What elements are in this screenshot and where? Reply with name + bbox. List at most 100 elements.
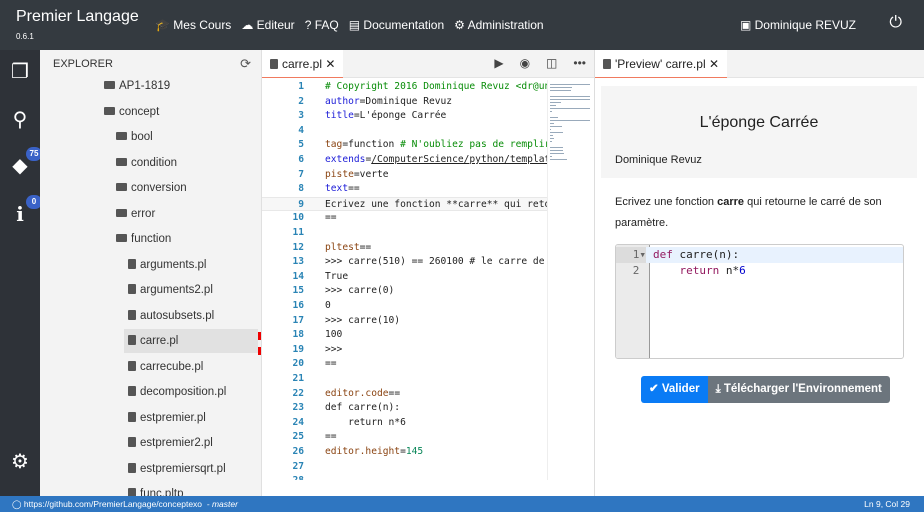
code-line[interactable]: 14 True — [262, 270, 547, 285]
code-line[interactable]: 18 100 — [262, 328, 547, 343]
code-line[interactable]: 20 == — [262, 357, 547, 372]
tree-item-folder[interactable]: function — [112, 227, 258, 251]
code-line[interactable]: 22 editor.code== — [262, 387, 547, 402]
minimap-line — [550, 150, 563, 151]
settings-icon[interactable]: ⚙ — [8, 450, 32, 474]
code-token: tag — [325, 139, 343, 151]
tree-item-file[interactable]: estpremier2.pl — [124, 431, 258, 455]
tab-carre-pl[interactable]: carre.pl ✕ — [262, 50, 344, 78]
code-token: editor.code — [325, 387, 389, 399]
nav-faq[interactable]: ? FAQ — [305, 18, 339, 32]
code-line[interactable]: 10 == — [262, 211, 547, 226]
line-number: 24 — [292, 416, 304, 428]
code-area[interactable]: 1 # Copyright 2016 Dominique Revuz <dr@un… — [262, 80, 547, 480]
tree-item-folder[interactable]: condition — [112, 151, 258, 175]
more-icon[interactable]: ••• — [573, 56, 586, 70]
cloud-icon: ☁ — [241, 18, 254, 32]
tree-item-file[interactable]: arguments.pl — [124, 253, 258, 277]
tree-item-folder[interactable]: error — [112, 202, 258, 226]
search-icon[interactable]: ⚲ — [8, 108, 32, 132]
code-line[interactable]: 13 >>> carre(510) == 260100 # le carre de… — [262, 255, 547, 270]
minimap-line — [550, 156, 552, 157]
code-line[interactable]: 21 — [262, 372, 547, 387]
code-line[interactable]: 12 pltest== — [262, 241, 547, 256]
preview-eye-icon[interactable]: ◉ — [520, 56, 530, 70]
tree-item-folder[interactable]: bool — [112, 125, 258, 149]
code-line[interactable]: 11 — [262, 226, 547, 241]
line-number: 6 — [298, 154, 304, 165]
code-line[interactable]: 16 0 — [262, 299, 547, 314]
close-icon[interactable]: ✕ — [709, 57, 719, 71]
answer-code-editor[interactable]: 1▾ def carre(n): 2 return n*6 — [615, 244, 904, 359]
code-line[interactable]: 4 — [262, 124, 547, 139]
code-line[interactable]: 6 extends=/ComputerScience/python/templat… — [262, 153, 547, 168]
code-line[interactable]: 5 tag=function # N'oubliez pas de remplir… — [262, 138, 547, 153]
code-line[interactable]: 26 editor.height=145 — [262, 445, 547, 460]
tree-item-file[interactable]: carre.pl — [124, 329, 258, 353]
answer-code-line[interactable]: 1▾ def carre(n): — [616, 247, 903, 263]
nav-editeur[interactable]: ☁ Editeur — [241, 18, 294, 32]
tree-item-file[interactable]: estpremier.pl — [124, 406, 258, 430]
code-line[interactable]: 3 title=L'éponge Carrée — [262, 109, 547, 124]
answer-code-line[interactable]: 2 return n*6 — [616, 263, 903, 279]
code-line[interactable]: 27 — [262, 460, 547, 475]
code-line[interactable]: 24 return n*6 — [262, 416, 547, 431]
download-button[interactable]: ⤓ Télécharger l'Environnement — [707, 376, 890, 403]
run-icon[interactable]: ▶ — [494, 56, 503, 70]
code-token: 100 — [325, 329, 343, 341]
code-line[interactable]: 2 author=Dominique Revuz — [262, 95, 547, 110]
code-token: n* — [719, 264, 740, 277]
code-token: piste — [325, 168, 354, 180]
tree-item-label: estpremier.pl — [140, 411, 206, 424]
line-number: 2 — [298, 95, 304, 107]
code-line[interactable]: 17 >>> carre(10) — [262, 314, 547, 329]
code-token: >>> — [325, 343, 349, 355]
code-token: =verte — [353, 168, 389, 180]
nav-administration[interactable]: ⚙ Administration — [454, 18, 543, 32]
tab-preview[interactable]: 'Preview' carre.pl ✕ — [595, 50, 728, 78]
code-line[interactable]: 28 — [262, 474, 547, 480]
refresh-icon[interactable]: ⟳ — [240, 56, 251, 72]
tree-item-folder[interactable]: AP1-1819 — [100, 74, 258, 98]
exercise-card: L'éponge Carrée Dominique Revuz Ecrivez … — [601, 86, 917, 496]
minimap-line — [550, 99, 590, 100]
code-line[interactable]: 19 >>> — [262, 343, 547, 358]
tree-item-folder[interactable]: concept — [100, 100, 258, 124]
tree-item-file[interactable]: decomposition.pl — [124, 380, 258, 404]
close-icon[interactable]: ✕ — [325, 57, 335, 71]
code-line[interactable]: 15 >>> carre(0) — [262, 284, 547, 299]
line-number: 14 — [292, 270, 304, 282]
tree-item-file[interactable]: estpremiersqrt.pl — [124, 457, 258, 481]
code-token: def carre(n): — [325, 402, 401, 414]
files-icon[interactable]: ❐ — [8, 60, 32, 84]
code-line[interactable]: 23 def carre(n): — [262, 401, 547, 416]
split-icon[interactable]: ◫ — [546, 56, 557, 70]
repo-link[interactable]: https://github.com/PremierLangage/concep… — [24, 499, 202, 509]
code-token: == — [348, 183, 360, 195]
tree-item-file[interactable]: func.pltp — [124, 482, 258, 496]
tree-item-label: AP1-1819 — [119, 80, 171, 92]
brand[interactable]: Premier Langage — [16, 8, 139, 26]
nav-documentation[interactable]: ▤ Documentation — [349, 18, 444, 32]
tree-item-file[interactable]: autosubsets.pl — [124, 304, 258, 328]
code-line[interactable]: 1 # Copyright 2016 Dominique Revuz <dr@un… — [262, 80, 547, 95]
minimap[interactable] — [547, 80, 593, 480]
code-line[interactable]: 8 text== — [262, 182, 547, 197]
code-line[interactable]: 9 Ecrivez une fonction **carre** qui reto… — [262, 196, 547, 212]
minimap-line — [550, 123, 554, 124]
validate-button[interactable]: ✔ Valider — [641, 376, 708, 403]
tree-item-file[interactable]: carrecube.pl — [124, 355, 258, 379]
tree-item-label: function — [131, 233, 172, 245]
exercise-statement: Ecrivez une fonction carre qui retourne … — [615, 192, 905, 234]
power-icon[interactable]: ⏻ — [889, 14, 902, 32]
user-menu[interactable]: ▣ Dominique REVUZ — [740, 18, 856, 32]
tab-label: carre.pl — [282, 57, 323, 71]
line-number: 25 — [292, 431, 304, 443]
code-line[interactable]: 25 == — [262, 430, 547, 445]
text-bold: carre — [717, 196, 745, 208]
tree-item-folder[interactable]: conversion — [112, 176, 258, 200]
code-line[interactable]: 7 piste=verte — [262, 168, 547, 183]
tree-item-file[interactable]: arguments2.pl — [124, 278, 258, 302]
nav-mes-cours[interactable]: 🎓 Mes Cours — [155, 18, 231, 32]
minimap-line — [550, 159, 567, 160]
